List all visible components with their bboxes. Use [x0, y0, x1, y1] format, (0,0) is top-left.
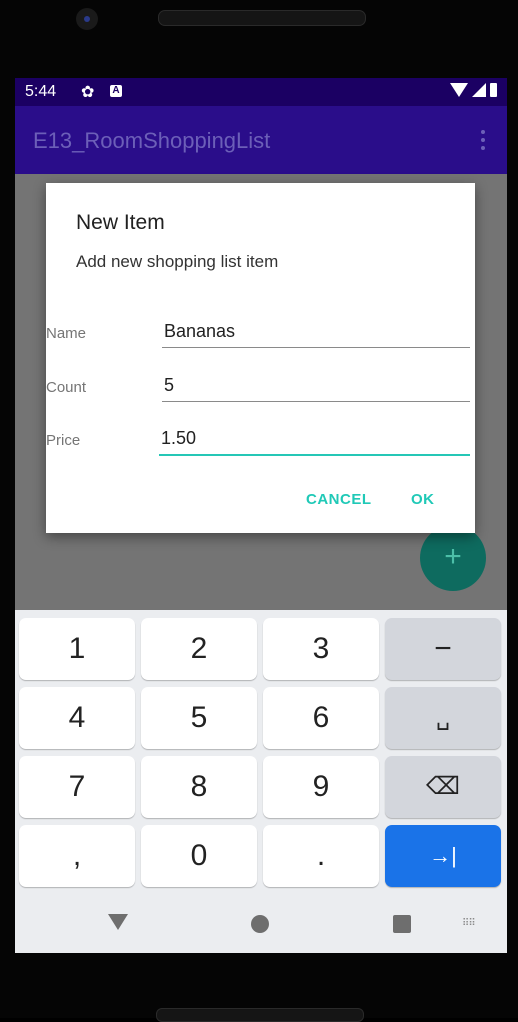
key-7[interactable]: 7: [19, 756, 135, 818]
device-frame-left: [0, 78, 15, 953]
name-input[interactable]: Bananas: [164, 321, 235, 342]
price-input[interactable]: 1.50: [161, 428, 196, 449]
count-input-underline: [162, 401, 470, 402]
price-input-underline: [159, 454, 470, 456]
status-bar: 5:44 ✿ A: [15, 78, 507, 106]
back-icon[interactable]: [108, 914, 128, 930]
key-5[interactable]: 5: [141, 687, 257, 749]
battery-icon: [490, 83, 497, 97]
backspace-icon[interactable]: ⌫: [385, 756, 501, 818]
overflow-menu-icon[interactable]: [481, 130, 485, 154]
notification-a-icon: A: [110, 85, 122, 97]
cancel-button[interactable]: CANCEL: [306, 491, 372, 508]
count-input[interactable]: 5: [164, 375, 174, 396]
app-bar: E13_RoomShoppingList: [15, 106, 507, 174]
new-item-dialog: New Item Add new shopping list item Name…: [46, 183, 475, 533]
space-key-icon[interactable]: ␣: [385, 687, 501, 749]
dialog-title: New Item: [76, 211, 165, 234]
key-4[interactable]: 4: [19, 687, 135, 749]
add-item-fab[interactable]: +: [420, 525, 486, 591]
front-camera: [76, 8, 98, 30]
cell-signal-icon: [472, 83, 486, 97]
settings-gear-icon: ✿: [81, 84, 95, 101]
key-minus[interactable]: −: [385, 618, 501, 680]
count-label: Count: [46, 379, 87, 396]
bottom-speaker: [156, 1008, 364, 1022]
price-label: Price: [46, 432, 81, 449]
earpiece-speaker: [158, 10, 366, 26]
key-period[interactable]: .: [263, 825, 379, 887]
key-1[interactable]: 1: [19, 618, 135, 680]
key-9[interactable]: 9: [263, 756, 379, 818]
wifi-icon: [450, 83, 468, 97]
app-title: E13_RoomShoppingList: [33, 128, 271, 153]
name-label: Name: [46, 325, 87, 342]
key-6[interactable]: 6: [263, 687, 379, 749]
numeric-keyboard: 1 2 3 − 4 5 6 ␣ 7 8 9 ⌫ , 0 . →| ⠿⠿: [15, 610, 507, 953]
key-8[interactable]: 8: [141, 756, 257, 818]
status-time: 5:44: [25, 83, 57, 100]
keyboard-switch-icon[interactable]: ⠿⠿: [462, 918, 476, 929]
key-2[interactable]: 2: [141, 618, 257, 680]
home-icon[interactable]: [251, 915, 269, 933]
key-0[interactable]: 0: [141, 825, 257, 887]
dialog-message: Add new shopping list item: [76, 252, 279, 271]
recents-icon[interactable]: [393, 915, 411, 933]
key-3[interactable]: 3: [263, 618, 379, 680]
next-tab-icon[interactable]: →|: [385, 825, 501, 887]
device-frame-right: [507, 78, 518, 953]
ok-button[interactable]: OK: [411, 491, 435, 508]
name-input-underline: [162, 347, 470, 348]
key-comma[interactable]: ,: [19, 825, 135, 887]
